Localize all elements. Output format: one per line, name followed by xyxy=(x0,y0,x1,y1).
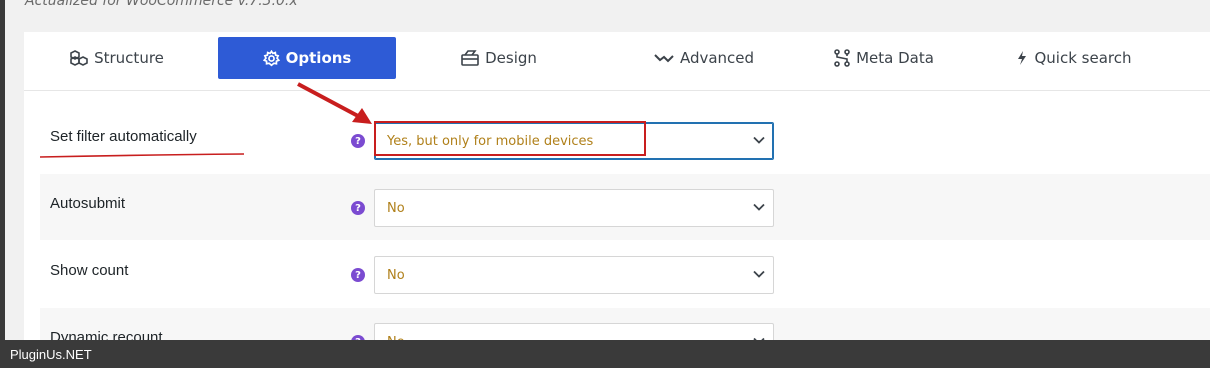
option-row-dynamic-recount: Dynamic recount ? No xyxy=(40,308,1210,340)
help-icon[interactable]: ? xyxy=(351,134,365,148)
option-label: Set filter automatically xyxy=(50,128,197,145)
tab-bar: Structure Options Design Advanced Meta D… xyxy=(24,32,1210,91)
option-label: Show count xyxy=(50,262,129,279)
bolt-icon xyxy=(1016,50,1028,66)
footer-bar: PluginUs.NET xyxy=(0,340,1210,368)
chevron-down-icon xyxy=(753,134,765,149)
tab-structure[interactable]: Structure xyxy=(42,37,192,79)
option-row-show-count: Show count ? No xyxy=(40,241,1210,307)
help-icon[interactable]: ? xyxy=(351,268,365,282)
gear-icon xyxy=(262,49,280,67)
footer-brand: PluginUs.NET xyxy=(10,346,92,362)
annotation-arrow xyxy=(296,82,376,130)
advanced-icon xyxy=(654,52,674,64)
tab-meta-data[interactable]: Meta Data xyxy=(809,37,959,79)
tab-label: Advanced xyxy=(679,49,755,67)
chevron-down-icon xyxy=(753,201,765,216)
version-subtitle: Actualized for WooCommerce v.7.3.0.x xyxy=(25,0,298,9)
meta-data-icon xyxy=(834,49,850,67)
tab-design[interactable]: Design xyxy=(424,37,574,79)
tab-label: Options xyxy=(285,49,352,67)
option-row-set-filter: Set filter automatically ? Yes, but only… xyxy=(40,107,1210,173)
select-value: Yes, but only for mobile devices xyxy=(387,133,594,149)
settings-panel: Structure Options Design Advanced Meta D… xyxy=(24,32,1210,340)
help-icon[interactable]: ? xyxy=(351,201,365,215)
select-value: No xyxy=(387,267,405,283)
design-icon xyxy=(461,50,479,66)
set-filter-select[interactable]: Yes, but only for mobile devices xyxy=(374,122,774,160)
tab-options[interactable]: Options xyxy=(218,37,396,79)
annotation-underline xyxy=(39,144,245,163)
tab-label: Design xyxy=(485,49,537,67)
tab-quick-search[interactable]: Quick search xyxy=(994,37,1154,79)
tab-label: Meta Data xyxy=(856,49,934,67)
option-label: Autosubmit xyxy=(50,195,126,212)
chevron-down-icon xyxy=(753,268,765,283)
tab-label: Structure xyxy=(94,49,164,67)
option-label: Dynamic recount xyxy=(50,329,163,340)
autosubmit-select[interactable]: No xyxy=(374,189,774,227)
tab-advanced[interactable]: Advanced xyxy=(614,37,794,79)
show-count-select[interactable]: No xyxy=(374,256,774,294)
tab-label: Quick search xyxy=(1034,49,1132,67)
option-row-autosubmit: Autosubmit ? No xyxy=(40,174,1210,240)
cubes-icon xyxy=(70,50,88,66)
settings-page: Actualized for WooCommerce v.7.3.0.x Str… xyxy=(5,0,1210,340)
select-value: No xyxy=(387,200,405,216)
dynamic-recount-select[interactable]: No xyxy=(374,323,774,340)
